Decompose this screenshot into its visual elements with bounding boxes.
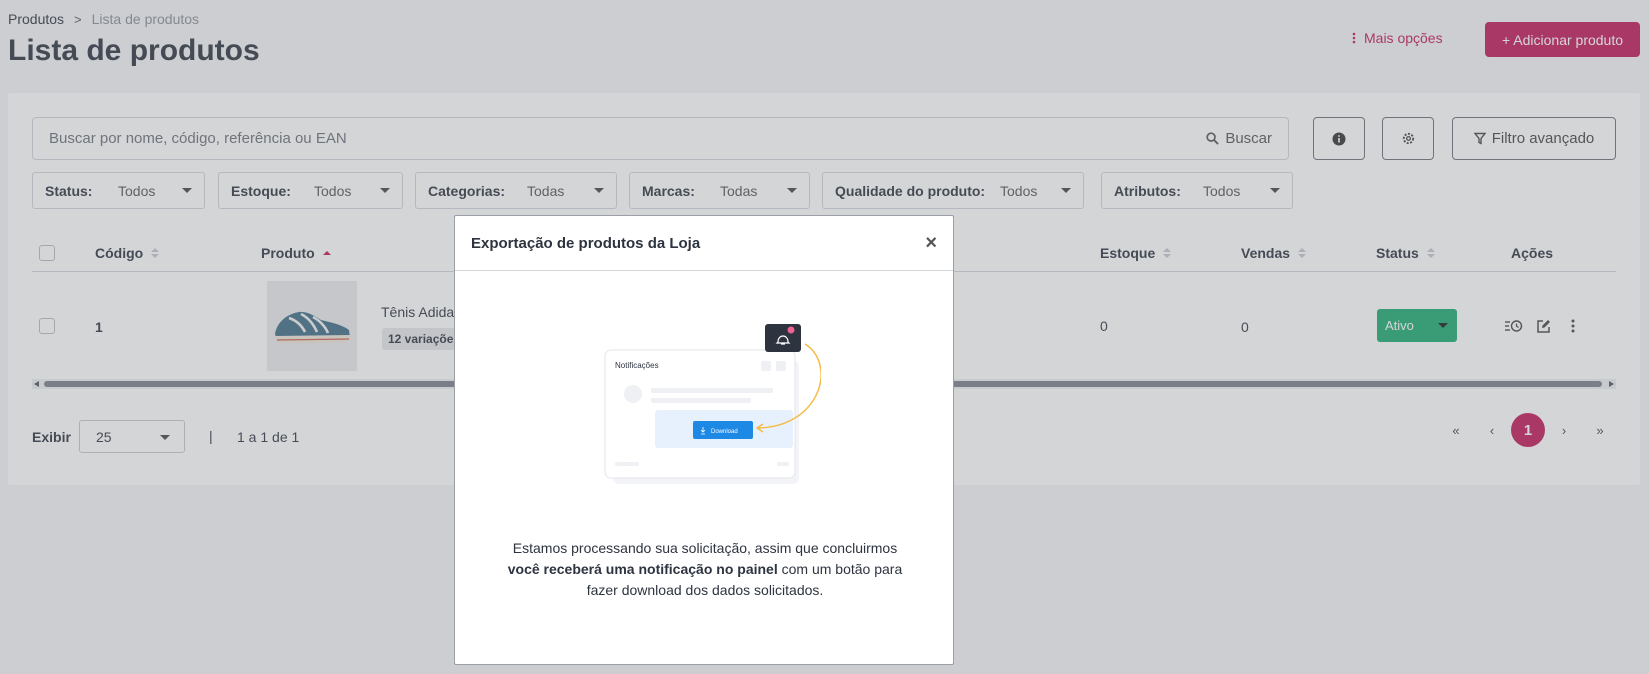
modal-title: Exportação de produtos da Loja: [471, 234, 701, 252]
notification-illustration: Notificações Download: [604, 324, 821, 484]
download-caption: Download: [711, 429, 738, 435]
export-modal: Exportação de produtos da Loja × Notific…: [454, 215, 954, 665]
modal-message-start: Estamos processando sua solicitação, ass…: [512, 540, 898, 556]
modal-message-bold: você receberá uma notificação no painel: [507, 561, 778, 577]
notifications-caption: Notificações: [615, 361, 659, 370]
close-icon[interactable]: ×: [925, 232, 937, 255]
modal-header: Exportação de produtos da Loja ×: [455, 216, 953, 271]
modal-message: Estamos processando sua solicitação, ass…: [495, 538, 915, 601]
